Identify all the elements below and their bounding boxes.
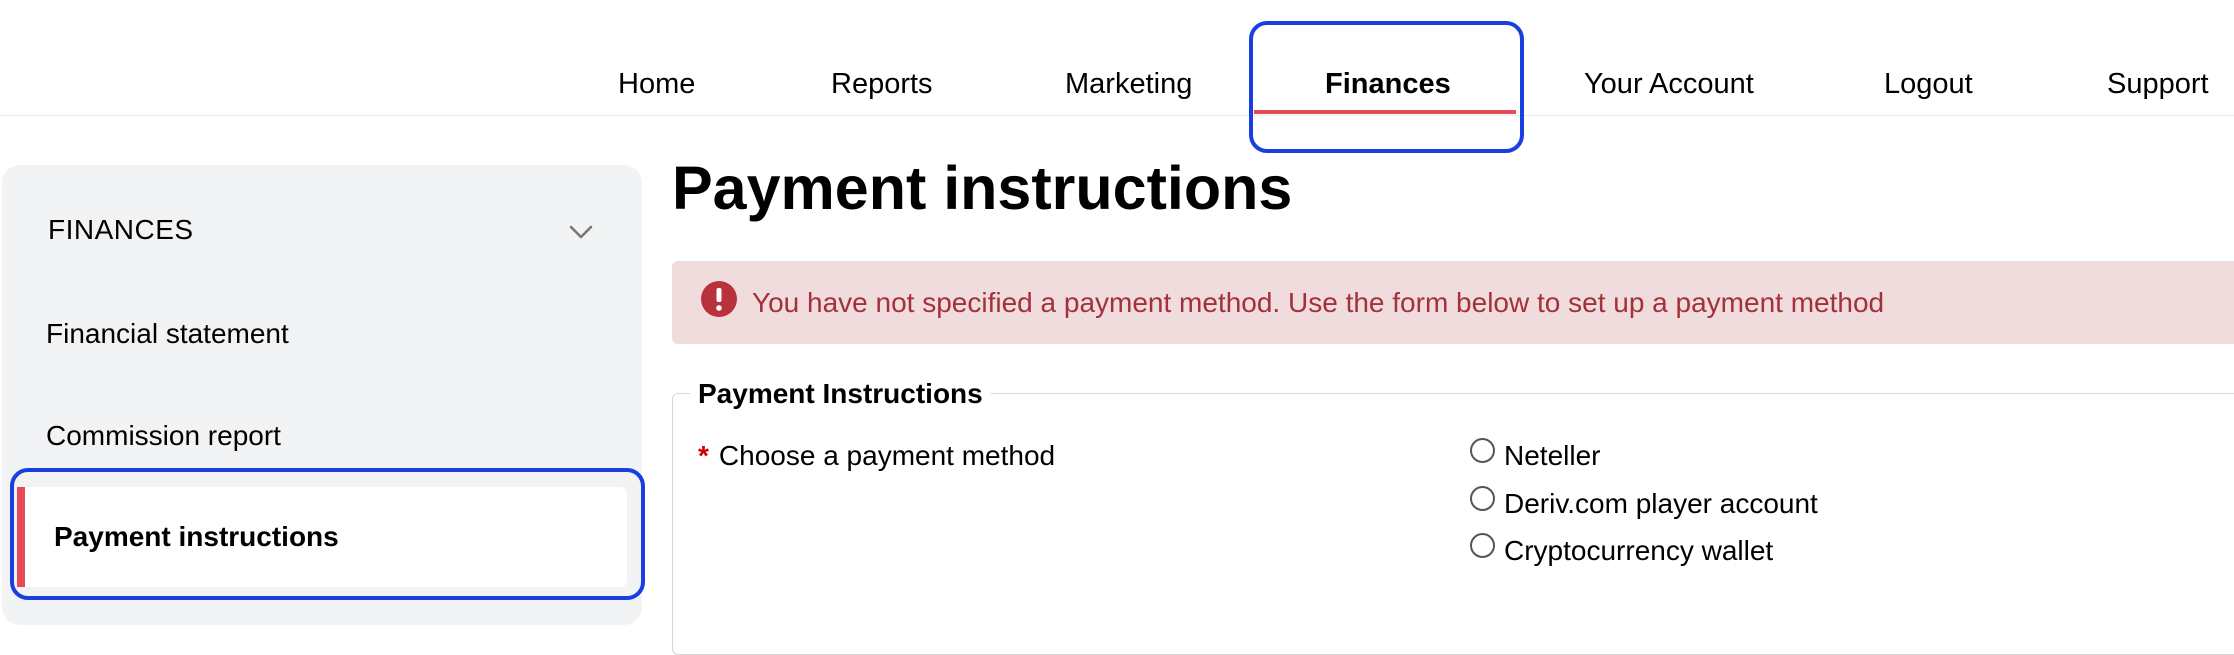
active-item-indicator <box>17 487 25 587</box>
nav-item-logout[interactable]: Logout <box>1884 62 1973 106</box>
nav-item-reports[interactable]: Reports <box>831 62 933 106</box>
radio-button[interactable] <box>1470 486 1495 511</box>
payment-method-label: * Choose a payment method <box>698 436 1055 476</box>
form-legend: Payment Instructions <box>690 375 991 413</box>
nav-item-support[interactable]: Support <box>2107 62 2209 106</box>
radio-label[interactable]: Deriv.com player account <box>1504 484 1818 524</box>
payment-method-label-text: Choose a payment method <box>718 440 1056 471</box>
sidebar-item-label: Payment instructions <box>54 521 339 552</box>
nav-item-your-account[interactable]: Your Account <box>1584 62 1754 106</box>
radio-label[interactable]: Cryptocurrency wallet <box>1504 531 1773 571</box>
nav-item-home[interactable]: Home <box>618 62 695 106</box>
radio-button[interactable] <box>1470 438 1495 463</box>
radio-button[interactable] <box>1470 533 1495 558</box>
top-navigation: Home Reports Marketing Finances Your Acc… <box>0 0 2234 116</box>
nav-item-marketing[interactable]: Marketing <box>1065 62 1192 106</box>
sidebar-item-financial-statement[interactable]: Financial statement <box>46 314 289 354</box>
nav-item-finances[interactable]: Finances <box>1325 62 1451 106</box>
active-tab-indicator <box>1254 110 1516 114</box>
chevron-down-icon[interactable] <box>566 217 596 247</box>
alert-message: You have not specified a payment method.… <box>752 287 1885 318</box>
required-marker: * <box>698 440 709 471</box>
sidebar-item-commission-report[interactable]: Commission report <box>46 416 281 456</box>
page-title: Payment instructions <box>672 154 1293 222</box>
radio-label[interactable]: Neteller <box>1504 436 1600 476</box>
payment-instructions-form <box>672 393 2234 655</box>
sidebar-section-title: FINANCES <box>48 214 194 245</box>
exclamation-icon <box>701 281 737 317</box>
